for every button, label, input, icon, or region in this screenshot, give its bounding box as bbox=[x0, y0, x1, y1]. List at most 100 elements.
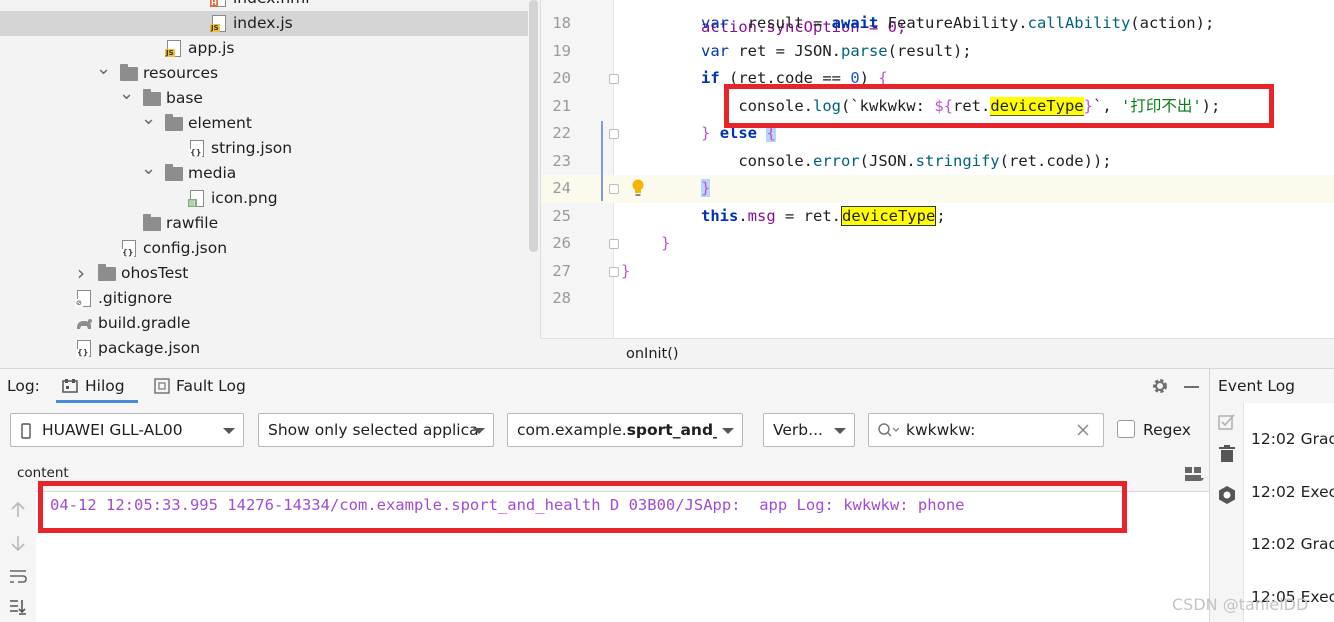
filter-select[interactable]: Show only selected applica bbox=[258, 413, 494, 447]
event-log-row[interactable]: 12:02 Execu bbox=[1251, 483, 1334, 501]
tab-hilog-label: Hilog bbox=[85, 377, 125, 395]
event-log-row[interactable]: 12:02 Grad bbox=[1251, 535, 1334, 553]
tree-item[interactable]: ⌄ element bbox=[0, 110, 528, 136]
code-token: } bbox=[621, 261, 631, 280]
fold-icon[interactable] bbox=[609, 239, 619, 249]
event-text: Grad bbox=[1300, 535, 1334, 553]
log-tab-bar: Log: Hilog Fault Log bbox=[0, 369, 1209, 403]
line-number: 27 bbox=[552, 261, 571, 280]
code-token: var bbox=[701, 41, 729, 60]
code-token: parse bbox=[840, 41, 888, 60]
editor-breadcrumb[interactable]: onInit() bbox=[540, 338, 1334, 368]
line-number: 20 bbox=[552, 69, 571, 87]
fold-icon[interactable] bbox=[609, 74, 619, 84]
code-token: await bbox=[831, 14, 879, 32]
code-token: FeatureAbility. bbox=[878, 14, 1028, 32]
trash-icon[interactable] bbox=[1219, 445, 1235, 463]
tree-item-label: app.js bbox=[188, 39, 235, 57]
code-token: stringify bbox=[915, 151, 1000, 170]
tree-item[interactable]: › ohosTest bbox=[0, 261, 528, 286]
chevron-down-icon[interactable]: ⌄ bbox=[141, 110, 156, 128]
chevron-down-icon[interactable]: ⌄ bbox=[119, 85, 134, 103]
code-token: msg bbox=[747, 206, 776, 225]
change-marker bbox=[601, 121, 603, 201]
arrow-up-icon[interactable] bbox=[9, 501, 27, 519]
chevron-right-icon[interactable]: › bbox=[74, 261, 88, 285]
chevron-down-icon bbox=[834, 428, 846, 434]
log-level-value: Verb... bbox=[773, 421, 823, 439]
highlight-box-log bbox=[38, 481, 1127, 533]
tree-item[interactable]: JS app.js bbox=[0, 36, 528, 61]
tree-item[interactable]: rawfile bbox=[0, 211, 528, 236]
scroll-to-end-icon[interactable] bbox=[9, 598, 27, 616]
log-level-select[interactable]: Verb... bbox=[763, 413, 855, 447]
code-line: 24} bbox=[541, 175, 1334, 203]
code-line: 28 bbox=[541, 285, 1334, 313]
folder-icon bbox=[165, 164, 183, 182]
tree-item[interactable]: build.gradle bbox=[0, 311, 528, 336]
device-select[interactable]: HUAWEI GLL-AL00 bbox=[10, 413, 244, 447]
log-search-box[interactable] bbox=[868, 413, 1104, 447]
event-log-row[interactable]: 12:02 Grad bbox=[1251, 430, 1334, 448]
code-token: this bbox=[701, 206, 739, 225]
event-text: Execu bbox=[1300, 483, 1334, 501]
breadcrumb-item[interactable]: onInit() bbox=[626, 339, 679, 369]
device-select-value: HUAWEI GLL-AL00 bbox=[42, 421, 183, 439]
lightbulb-icon[interactable] bbox=[631, 179, 645, 197]
tree-item[interactable]: Hindex.hml bbox=[0, 0, 528, 11]
tree-item[interactable]: {} string.json bbox=[0, 136, 528, 161]
fold-icon[interactable] bbox=[609, 266, 619, 277]
log-search-input[interactable] bbox=[906, 419, 1066, 441]
js-file-icon: JS bbox=[210, 15, 228, 32]
chevron-down-icon bbox=[473, 428, 485, 434]
mark-read-icon[interactable] bbox=[1218, 413, 1236, 431]
fold-icon[interactable] bbox=[609, 184, 619, 194]
tab-hilog[interactable]: Hilog bbox=[56, 369, 138, 403]
json-file-icon: {} bbox=[120, 240, 138, 257]
tree-scrollbar[interactable] bbox=[529, 0, 538, 252]
code-line: 27} bbox=[541, 258, 1334, 286]
code-token: deviceType bbox=[841, 205, 937, 226]
tree-item[interactable]: JS index.js bbox=[0, 11, 528, 36]
layout-icon[interactable] bbox=[1184, 466, 1204, 482]
folder-icon bbox=[98, 264, 116, 282]
log-label: Log: bbox=[7, 377, 40, 395]
chevron-down-icon[interactable]: ⌄ bbox=[96, 60, 111, 78]
arrow-down-icon[interactable] bbox=[9, 534, 27, 552]
code-token: (JSON. bbox=[859, 151, 916, 170]
fault-log-icon bbox=[154, 378, 170, 394]
gear-icon[interactable] bbox=[1151, 377, 1169, 395]
event-text: Grad bbox=[1300, 430, 1334, 448]
content-header: content bbox=[17, 465, 69, 481]
tree-item[interactable]: ⌄ base bbox=[0, 85, 528, 111]
folder-icon bbox=[165, 114, 183, 132]
code-token: error bbox=[812, 151, 860, 170]
code-line: 25 this.msg = ret.deviceType; bbox=[541, 203, 1334, 231]
clear-icon[interactable] bbox=[1077, 424, 1089, 436]
tree-item[interactable]: ⌄ resources bbox=[0, 60, 528, 86]
chevron-down-icon[interactable]: ⌄ bbox=[141, 160, 156, 178]
tree-item[interactable]: {} package.json bbox=[0, 336, 528, 361]
tree-item[interactable]: {} config.json bbox=[0, 236, 528, 261]
filter-select-value: Show only selected applica bbox=[268, 421, 479, 439]
regex-checkbox[interactable] bbox=[1117, 420, 1135, 438]
code-editor[interactable]: action.syncOption = 0; 18 var result = aw… bbox=[540, 0, 1334, 338]
code-token: ; bbox=[936, 206, 946, 225]
fold-icon[interactable] bbox=[609, 129, 619, 139]
tree-item-label: element bbox=[188, 114, 252, 132]
tree-item[interactable]: ⊘ .gitignore bbox=[0, 286, 528, 311]
gitignore-file-icon: ⊘ bbox=[75, 290, 93, 307]
tab-fault-log[interactable]: Fault Log bbox=[152, 369, 252, 403]
minimize-icon[interactable] bbox=[1184, 386, 1199, 388]
tree-item[interactable]: ⌄ media bbox=[0, 160, 528, 186]
code-token: if bbox=[701, 69, 720, 87]
soft-wrap-icon[interactable] bbox=[9, 567, 27, 585]
chevron-down-icon bbox=[223, 428, 235, 434]
event-log-title: Event Log bbox=[1218, 377, 1296, 395]
code-line: 19 var ret = JSON.parse(result); bbox=[541, 38, 1334, 66]
hilog-icon bbox=[62, 379, 78, 393]
tree-item-label: ohosTest bbox=[121, 264, 189, 282]
package-select[interactable]: com.example.sport_and_he bbox=[507, 413, 743, 447]
settings-icon[interactable] bbox=[1217, 485, 1237, 505]
tree-item[interactable]: ▤ icon.png bbox=[0, 186, 528, 211]
